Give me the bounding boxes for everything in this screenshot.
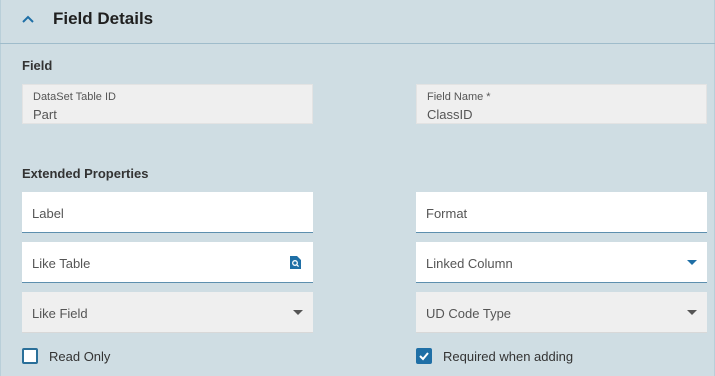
chevron-down-icon[interactable] xyxy=(687,260,697,265)
dataset-table-id-value: Part xyxy=(33,107,57,122)
format-input[interactable]: Format xyxy=(416,192,707,233)
like-field-placeholder: Like Field xyxy=(32,306,88,321)
extended-properties-heading: Extended Properties xyxy=(22,166,149,181)
chevron-down-icon[interactable] xyxy=(687,310,697,315)
section-title: Field Details xyxy=(53,9,154,28)
label-input-placeholder: Label xyxy=(32,206,64,221)
required-when-adding-label: Required when adding xyxy=(443,349,574,364)
panel-left-edge xyxy=(0,0,1,376)
ud-code-type-select[interactable]: UD Code Type xyxy=(416,292,707,333)
dataset-table-id-label: DataSet Table ID xyxy=(33,91,116,103)
section-header[interactable]: Field Details xyxy=(0,0,715,44)
like-table-placeholder: Like Table xyxy=(32,256,91,271)
linked-column-placeholder: Linked Column xyxy=(426,256,513,271)
field-name-field: Field Name * ClassID xyxy=(416,84,707,124)
field-name-label: Field Name * xyxy=(427,91,491,103)
like-field-select[interactable]: Like Field xyxy=(22,292,313,333)
like-table-input[interactable]: Like Table xyxy=(22,242,313,283)
label-input[interactable]: Label xyxy=(22,192,313,233)
read-only-checkbox[interactable] xyxy=(22,348,38,364)
read-only-checkbox-row[interactable]: Read Only xyxy=(22,348,172,368)
chevron-down-icon[interactable] xyxy=(293,310,303,315)
format-input-placeholder: Format xyxy=(426,206,468,221)
field-group-heading: Field xyxy=(22,58,53,73)
ud-code-type-placeholder: UD Code Type xyxy=(426,306,512,321)
required-when-adding-checkbox[interactable] xyxy=(416,348,432,364)
check-icon xyxy=(419,352,429,361)
required-when-adding-checkbox-row[interactable]: Required when adding xyxy=(416,348,616,368)
chevron-up-icon[interactable] xyxy=(21,12,35,26)
field-name-value: ClassID xyxy=(427,107,473,122)
linked-column-select[interactable]: Linked Column xyxy=(416,242,707,283)
read-only-label: Read Only xyxy=(49,349,111,364)
dataset-table-id-field: DataSet Table ID Part xyxy=(22,84,313,124)
search-icon[interactable] xyxy=(289,256,301,269)
